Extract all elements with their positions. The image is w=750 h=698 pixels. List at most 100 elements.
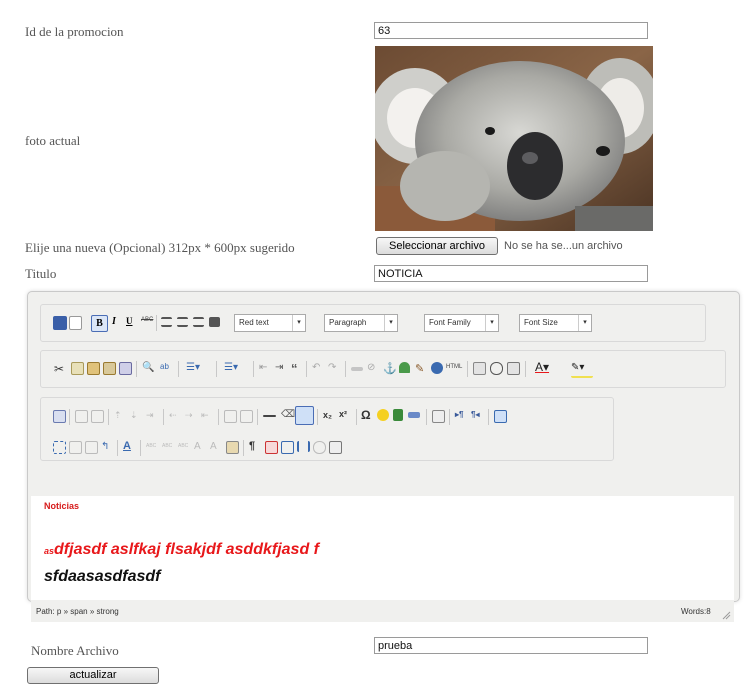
- cleanup-icon[interactable]: ✎: [415, 362, 429, 376]
- find-icon[interactable]: 🔍: [142, 362, 156, 376]
- update-button[interactable]: actualizar: [27, 667, 159, 684]
- toolbar-separator: [317, 409, 318, 425]
- absolute-icon[interactable]: ↰: [101, 441, 115, 455]
- insert-row-before-icon[interactable]: ⇡: [114, 410, 128, 424]
- del-icon[interactable]: A: [194, 441, 208, 455]
- font-family-select-value: Font Family: [429, 318, 471, 327]
- merge-cells-icon[interactable]: [240, 410, 253, 423]
- edit-table-icon[interactable]: [53, 410, 66, 423]
- insert-col-before-icon[interactable]: ⇠: [169, 410, 183, 424]
- italic-icon[interactable]: I: [112, 316, 126, 330]
- non-breaking-icon[interactable]: [297, 441, 310, 452]
- paste-word-icon[interactable]: [119, 362, 132, 375]
- cite-icon[interactable]: ABC: [146, 443, 160, 457]
- unlink-icon[interactable]: ⊘: [367, 362, 381, 376]
- image-icon[interactable]: [399, 362, 410, 373]
- style-select-value: Red text: [239, 318, 269, 327]
- help-icon[interactable]: [431, 362, 443, 374]
- resize-handle-icon[interactable]: [721, 606, 731, 620]
- redo-icon[interactable]: ↷: [328, 362, 342, 376]
- ltr-icon[interactable]: ▸¶: [455, 410, 469, 424]
- fullscreen-icon[interactable]: [494, 410, 507, 423]
- background-color-icon[interactable]: ✎▾: [571, 362, 593, 378]
- remove-format-icon[interactable]: ⌫: [281, 409, 295, 423]
- paste-icon[interactable]: [87, 362, 100, 375]
- preview-icon[interactable]: [507, 362, 520, 375]
- element-path: Path: p » span » strong: [36, 607, 119, 616]
- font-family-select[interactable]: Font Family ▾: [424, 314, 499, 332]
- new-document-icon[interactable]: [69, 316, 82, 330]
- bold-icon[interactable]: B: [91, 315, 108, 332]
- template-icon[interactable]: [265, 441, 278, 454]
- toolbar-separator: [356, 409, 357, 425]
- anchor-icon[interactable]: ⚓: [383, 362, 397, 376]
- filename-label: Nombre Archivo: [31, 643, 119, 658]
- move-forward-icon[interactable]: [69, 441, 82, 454]
- ins-icon[interactable]: A: [210, 441, 224, 455]
- toolbar-separator: [426, 409, 427, 425]
- move-backward-icon[interactable]: [85, 441, 98, 454]
- delete-row-icon[interactable]: ⇥: [146, 410, 160, 424]
- chevron-down-icon: ▾: [485, 315, 498, 331]
- align-justify-icon[interactable]: [209, 317, 220, 327]
- media-icon[interactable]: [393, 409, 403, 421]
- format-select[interactable]: Paragraph ▾: [324, 314, 398, 332]
- style-select[interactable]: Red text ▾: [234, 314, 306, 332]
- visual-aid-icon[interactable]: [295, 406, 314, 425]
- align-left-icon[interactable]: [161, 317, 172, 327]
- advanced-hr-icon[interactable]: [408, 412, 420, 418]
- numbered-list-icon[interactable]: ☰▾: [224, 362, 246, 376]
- bullet-list-icon[interactable]: ☰▾: [186, 362, 208, 376]
- editor-content[interactable]: Noticias asdfjasdf aslfkaj flsakjdf asdd…: [31, 496, 734, 600]
- undo-icon[interactable]: ↶: [312, 362, 326, 376]
- delete-col-icon[interactable]: ⇤: [201, 410, 215, 424]
- indent-icon[interactable]: ⇥: [275, 362, 289, 376]
- strikethrough-icon[interactable]: ABC: [141, 317, 155, 331]
- cut-icon[interactable]: ✂: [54, 362, 68, 376]
- insert-time-icon[interactable]: [490, 362, 503, 375]
- align-right-icon[interactable]: [193, 317, 204, 327]
- emoticon-icon[interactable]: [377, 409, 389, 421]
- choose-file-button[interactable]: Seleccionar archivo: [376, 237, 498, 255]
- font-color-icon[interactable]: A▾: [535, 360, 555, 374]
- html-icon[interactable]: HTML: [446, 364, 462, 378]
- page-break-icon[interactable]: [281, 441, 294, 454]
- blockquote-icon[interactable]: “: [291, 361, 305, 376]
- toolbar-separator: [69, 409, 70, 425]
- insert-col-after-icon[interactable]: ⇢: [185, 410, 199, 424]
- acronym-icon[interactable]: ABC: [178, 443, 192, 457]
- id-input[interactable]: 63: [374, 22, 648, 39]
- subscript-icon[interactable]: x₂: [323, 410, 337, 424]
- cell-props-icon[interactable]: [91, 410, 104, 423]
- filename-input[interactable]: prueba: [374, 637, 648, 654]
- horizontal-rule-icon[interactable]: [263, 415, 276, 417]
- link-icon[interactable]: [351, 367, 363, 371]
- title-input[interactable]: NOTICIA: [374, 265, 648, 282]
- insert-date-icon[interactable]: [473, 362, 486, 375]
- rtl-icon[interactable]: ¶◂: [471, 410, 485, 424]
- show-blocks-icon[interactable]: ¶: [249, 440, 263, 454]
- replace-icon[interactable]: ab: [160, 362, 174, 376]
- styles-icon[interactable]: A: [123, 440, 137, 454]
- font-size-select[interactable]: Font Size ▾: [519, 314, 592, 332]
- attribs-icon[interactable]: [226, 441, 239, 454]
- superscript-icon[interactable]: x²: [339, 409, 353, 423]
- toolbar-separator: [218, 409, 219, 425]
- abbr-icon[interactable]: ABC: [162, 443, 176, 457]
- print-icon[interactable]: [432, 410, 445, 423]
- insert-layer-icon[interactable]: [53, 441, 66, 454]
- insert-file-icon[interactable]: [313, 441, 326, 454]
- print-preview-icon[interactable]: [329, 441, 342, 454]
- outdent-icon[interactable]: ⇤: [259, 362, 273, 376]
- align-center-icon[interactable]: [177, 317, 188, 327]
- save-icon[interactable]: [53, 316, 67, 330]
- split-cells-icon[interactable]: [224, 410, 237, 423]
- paste-text-icon[interactable]: [103, 362, 116, 375]
- toolbar-separator: [216, 361, 217, 377]
- row-props-icon[interactable]: [75, 410, 88, 423]
- underline-icon[interactable]: U: [126, 316, 140, 330]
- insert-row-after-icon[interactable]: ⇣: [130, 410, 144, 424]
- special-char-icon[interactable]: Ω: [361, 408, 375, 422]
- copy-icon[interactable]: [71, 362, 84, 375]
- font-color-letter: A: [535, 360, 544, 374]
